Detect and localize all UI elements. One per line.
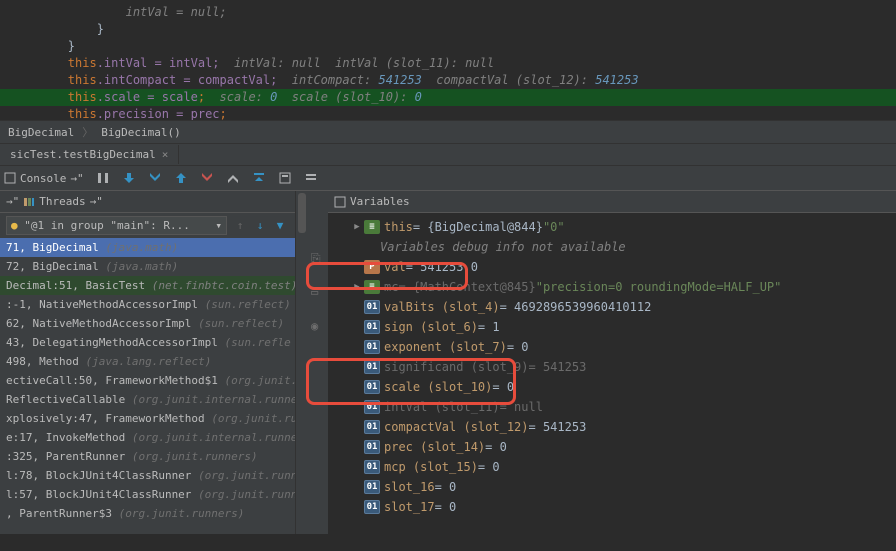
- stack-frame[interactable]: l:78, BlockJUnit4ClassRunner (org.junit.…: [0, 466, 295, 485]
- run-tab-bar: sicTest.testBigDecimal ×: [0, 144, 896, 166]
- debug-toolbar: Console →": [0, 166, 896, 191]
- stack-frame[interactable]: 72, BigDecimal (java.math): [0, 257, 295, 276]
- stack-frame[interactable]: e:17, InvokeMethod (org.junit.internal.r…: [0, 428, 295, 447]
- variable-node[interactable]: ▶01slot_17 = 0: [328, 497, 896, 517]
- close-icon[interactable]: ×: [162, 148, 169, 161]
- stack-frame[interactable]: :-1, NativeMethodAccessorImpl (sun.refle…: [0, 295, 295, 314]
- threads-panel-header: →" Threads →": [0, 191, 295, 213]
- breadcrumb-separator-icon: 〉: [82, 124, 93, 140]
- variable-node[interactable]: ▶01significand (slot_9) = 541253: [328, 357, 896, 377]
- stack-frame[interactable]: ReflectiveCallable (org.junit.internal.r…: [0, 390, 295, 409]
- run-to-cursor-icon[interactable]: [248, 168, 270, 188]
- bookmark-icon[interactable]: ▭: [311, 285, 325, 299]
- variable-node[interactable]: ▶01prec (slot_14) = 0: [328, 437, 896, 457]
- next-frame-icon[interactable]: ↓: [251, 217, 269, 235]
- stack-frame[interactable]: 62, NativeMethodAccessorImpl (sun.reflec…: [0, 314, 295, 333]
- stack-frame[interactable]: :325, ParentRunner (org.junit.runners): [0, 447, 295, 466]
- filter-icon[interactable]: ▼: [271, 217, 289, 235]
- stack-frame[interactable]: 71, BigDecimal (java.math): [0, 238, 295, 257]
- variable-node[interactable]: ▶01slot_16 = 0: [328, 477, 896, 497]
- step-over-icon[interactable]: [118, 168, 140, 188]
- variables-icon: [334, 196, 346, 208]
- thread-selector-row: ● "@1 in group "main": R... ▾ ↑ ↓ ▼: [0, 213, 295, 238]
- copy-icon[interactable]: ⎘: [311, 251, 325, 265]
- show-exec-point-icon[interactable]: [92, 168, 114, 188]
- breadcrumb-method[interactable]: BigDecimal(): [101, 126, 180, 139]
- variable-node[interactable]: ▶01sign (slot_6) = 1: [328, 317, 896, 337]
- settings-icon[interactable]: [300, 168, 322, 188]
- frames-list[interactable]: 71, BigDecimal (java.math)72, BigDecimal…: [0, 238, 295, 534]
- step-out-icon[interactable]: [170, 168, 192, 188]
- stack-frame[interactable]: Decimal:51, BasicTest (net.finbtc.coin.t…: [0, 276, 295, 295]
- drop-frame-icon[interactable]: [222, 168, 244, 188]
- code-editor[interactable]: intVal = null; } } this.intVal = intVal;…: [0, 0, 896, 120]
- stack-frame[interactable]: xplosively:47, FrameworkMethod (org.juni…: [0, 409, 295, 428]
- variable-node[interactable]: ▶≡this = {BigDecimal@844} "0": [328, 217, 896, 237]
- variable-node[interactable]: ▶01mcp (slot_15) = 0: [328, 457, 896, 477]
- prev-frame-icon[interactable]: ↑: [231, 217, 249, 235]
- variable-node[interactable]: ▶Pval = 541253.0: [328, 257, 896, 277]
- variables-tree[interactable]: ▶≡this = {BigDecimal@844} "0"▶Variables …: [328, 213, 896, 521]
- thread-select[interactable]: ● "@1 in group "main": R... ▾: [6, 216, 227, 235]
- console-tab[interactable]: Console →": [4, 172, 84, 185]
- variable-node[interactable]: ▶01intVal (slot_11) = null: [328, 397, 896, 417]
- variable-node[interactable]: ▶Variables debug info not available: [328, 237, 896, 257]
- breadcrumb-class[interactable]: BigDecimal: [8, 126, 74, 139]
- current-execution-line: this.scale = scale; scale: 0 scale (slot…: [0, 89, 896, 106]
- left-gutter: ⎘ ▭ ◉: [308, 191, 328, 534]
- breadcrumb: BigDecimal 〉 BigDecimal(): [0, 120, 896, 144]
- step-into-icon[interactable]: [144, 168, 166, 188]
- stack-frame[interactable]: l:57, BlockJUnit4ClassRunner (org.junit.…: [0, 485, 295, 504]
- evaluate-icon[interactable]: [274, 168, 296, 188]
- variable-node[interactable]: ▶≡mc = {MathContext@845} "precision=0 ro…: [328, 277, 896, 297]
- stack-frame[interactable]: 43, DelegatingMethodAccessorImpl (sun.re…: [0, 333, 295, 352]
- stack-frame[interactable]: 498, Method (java.lang.reflect): [0, 352, 295, 371]
- variable-node[interactable]: ▶01exponent (slot_7) = 0: [328, 337, 896, 357]
- force-step-icon[interactable]: [196, 168, 218, 188]
- stack-frame[interactable]: ectiveCall:50, FrameworkMethod$1 (org.ju…: [0, 371, 295, 390]
- variable-node[interactable]: ▶01compactVal (slot_12) = 541253: [328, 417, 896, 437]
- threads-icon: [23, 196, 35, 208]
- watch-icon[interactable]: ◉: [311, 319, 325, 333]
- variable-node[interactable]: ▶01scale (slot_10) = 0: [328, 377, 896, 397]
- stack-frame[interactable]: , ParentRunner$3 (org.junit.runners): [0, 504, 295, 523]
- variable-node[interactable]: ▶01valBits (slot_4) = 469289653996041011…: [328, 297, 896, 317]
- variables-panel-header: Variables: [328, 191, 896, 213]
- run-tab[interactable]: sicTest.testBigDecimal ×: [0, 145, 179, 164]
- scrollbar[interactable]: [296, 191, 308, 534]
